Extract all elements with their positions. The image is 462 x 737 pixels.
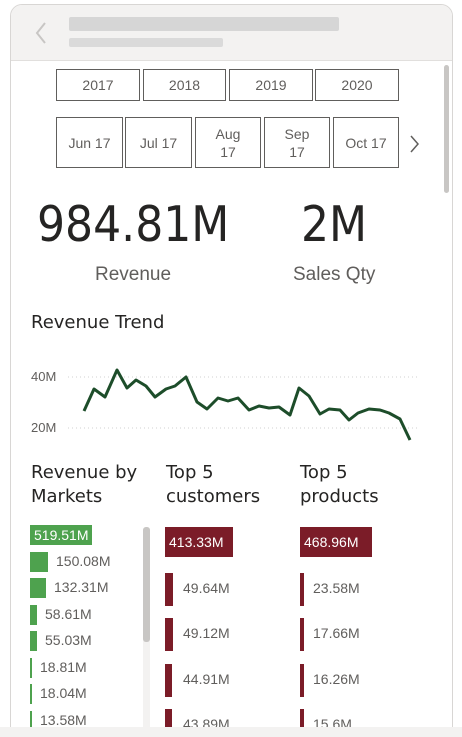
markets-bar-1[interactable]: 519.51M — [30, 525, 92, 545]
markets-value-label-7: 18.04M — [40, 685, 87, 701]
markets-bar-6[interactable] — [30, 657, 32, 678]
markets-bar-7[interactable] — [30, 684, 32, 704]
markets-bar-5[interactable] — [30, 631, 37, 651]
markets-scroll-thumb[interactable] — [143, 527, 150, 642]
products-value-label-1: 468.96M — [304, 534, 359, 550]
markets-value-label-2: 150.08M — [56, 552, 111, 569]
products-bar-3[interactable] — [300, 618, 304, 651]
products-value-label-2: 23.58M — [313, 579, 360, 596]
revenue-trend-line[interactable] — [82, 368, 412, 441]
revenue-by-markets-title: Revenue by Markets — [31, 462, 138, 507]
customers-bar-4[interactable] — [165, 663, 172, 697]
markets-value-label-8: 13.58M — [40, 711, 87, 728]
revenue-trend-chart — [68, 368, 418, 441]
markets-bar-2[interactable] — [30, 551, 48, 572]
customers-value-label-3: 49.12M — [183, 625, 230, 641]
customers-value-label-1: 413.33M — [169, 534, 224, 550]
products-value-label-3: 17.66M — [313, 625, 360, 641]
top-5-customers-title: Top 5 customers — [166, 462, 261, 507]
markets-value-label-1: 519.51M — [34, 527, 89, 543]
bottom-bar — [0, 727, 462, 737]
top-5-products-title: Top 5 products — [300, 462, 379, 507]
customers-bar-2[interactable] — [165, 572, 173, 606]
customers-bar-3[interactable] — [165, 618, 173, 651]
customers-bar-1[interactable]: 413.33M — [165, 527, 233, 557]
customers-value-label-4: 44.91M — [183, 670, 230, 687]
products-bar-2[interactable] — [300, 572, 304, 606]
markets-value-label-4: 58.61M — [45, 605, 92, 622]
markets-bar-4[interactable] — [30, 604, 37, 625]
markets-value-label-5: 55.03M — [45, 632, 92, 648]
products-bar-4[interactable] — [300, 663, 304, 697]
products-bar-1[interactable]: 468.96M — [300, 527, 372, 557]
products-value-label-4: 16.26M — [313, 670, 360, 687]
markets-value-label-3: 132.31M — [54, 579, 109, 595]
markets-bar-3[interactable] — [30, 578, 46, 598]
markets-value-label-6: 18.81M — [40, 658, 87, 675]
customers-value-label-2: 49.64M — [183, 579, 230, 596]
